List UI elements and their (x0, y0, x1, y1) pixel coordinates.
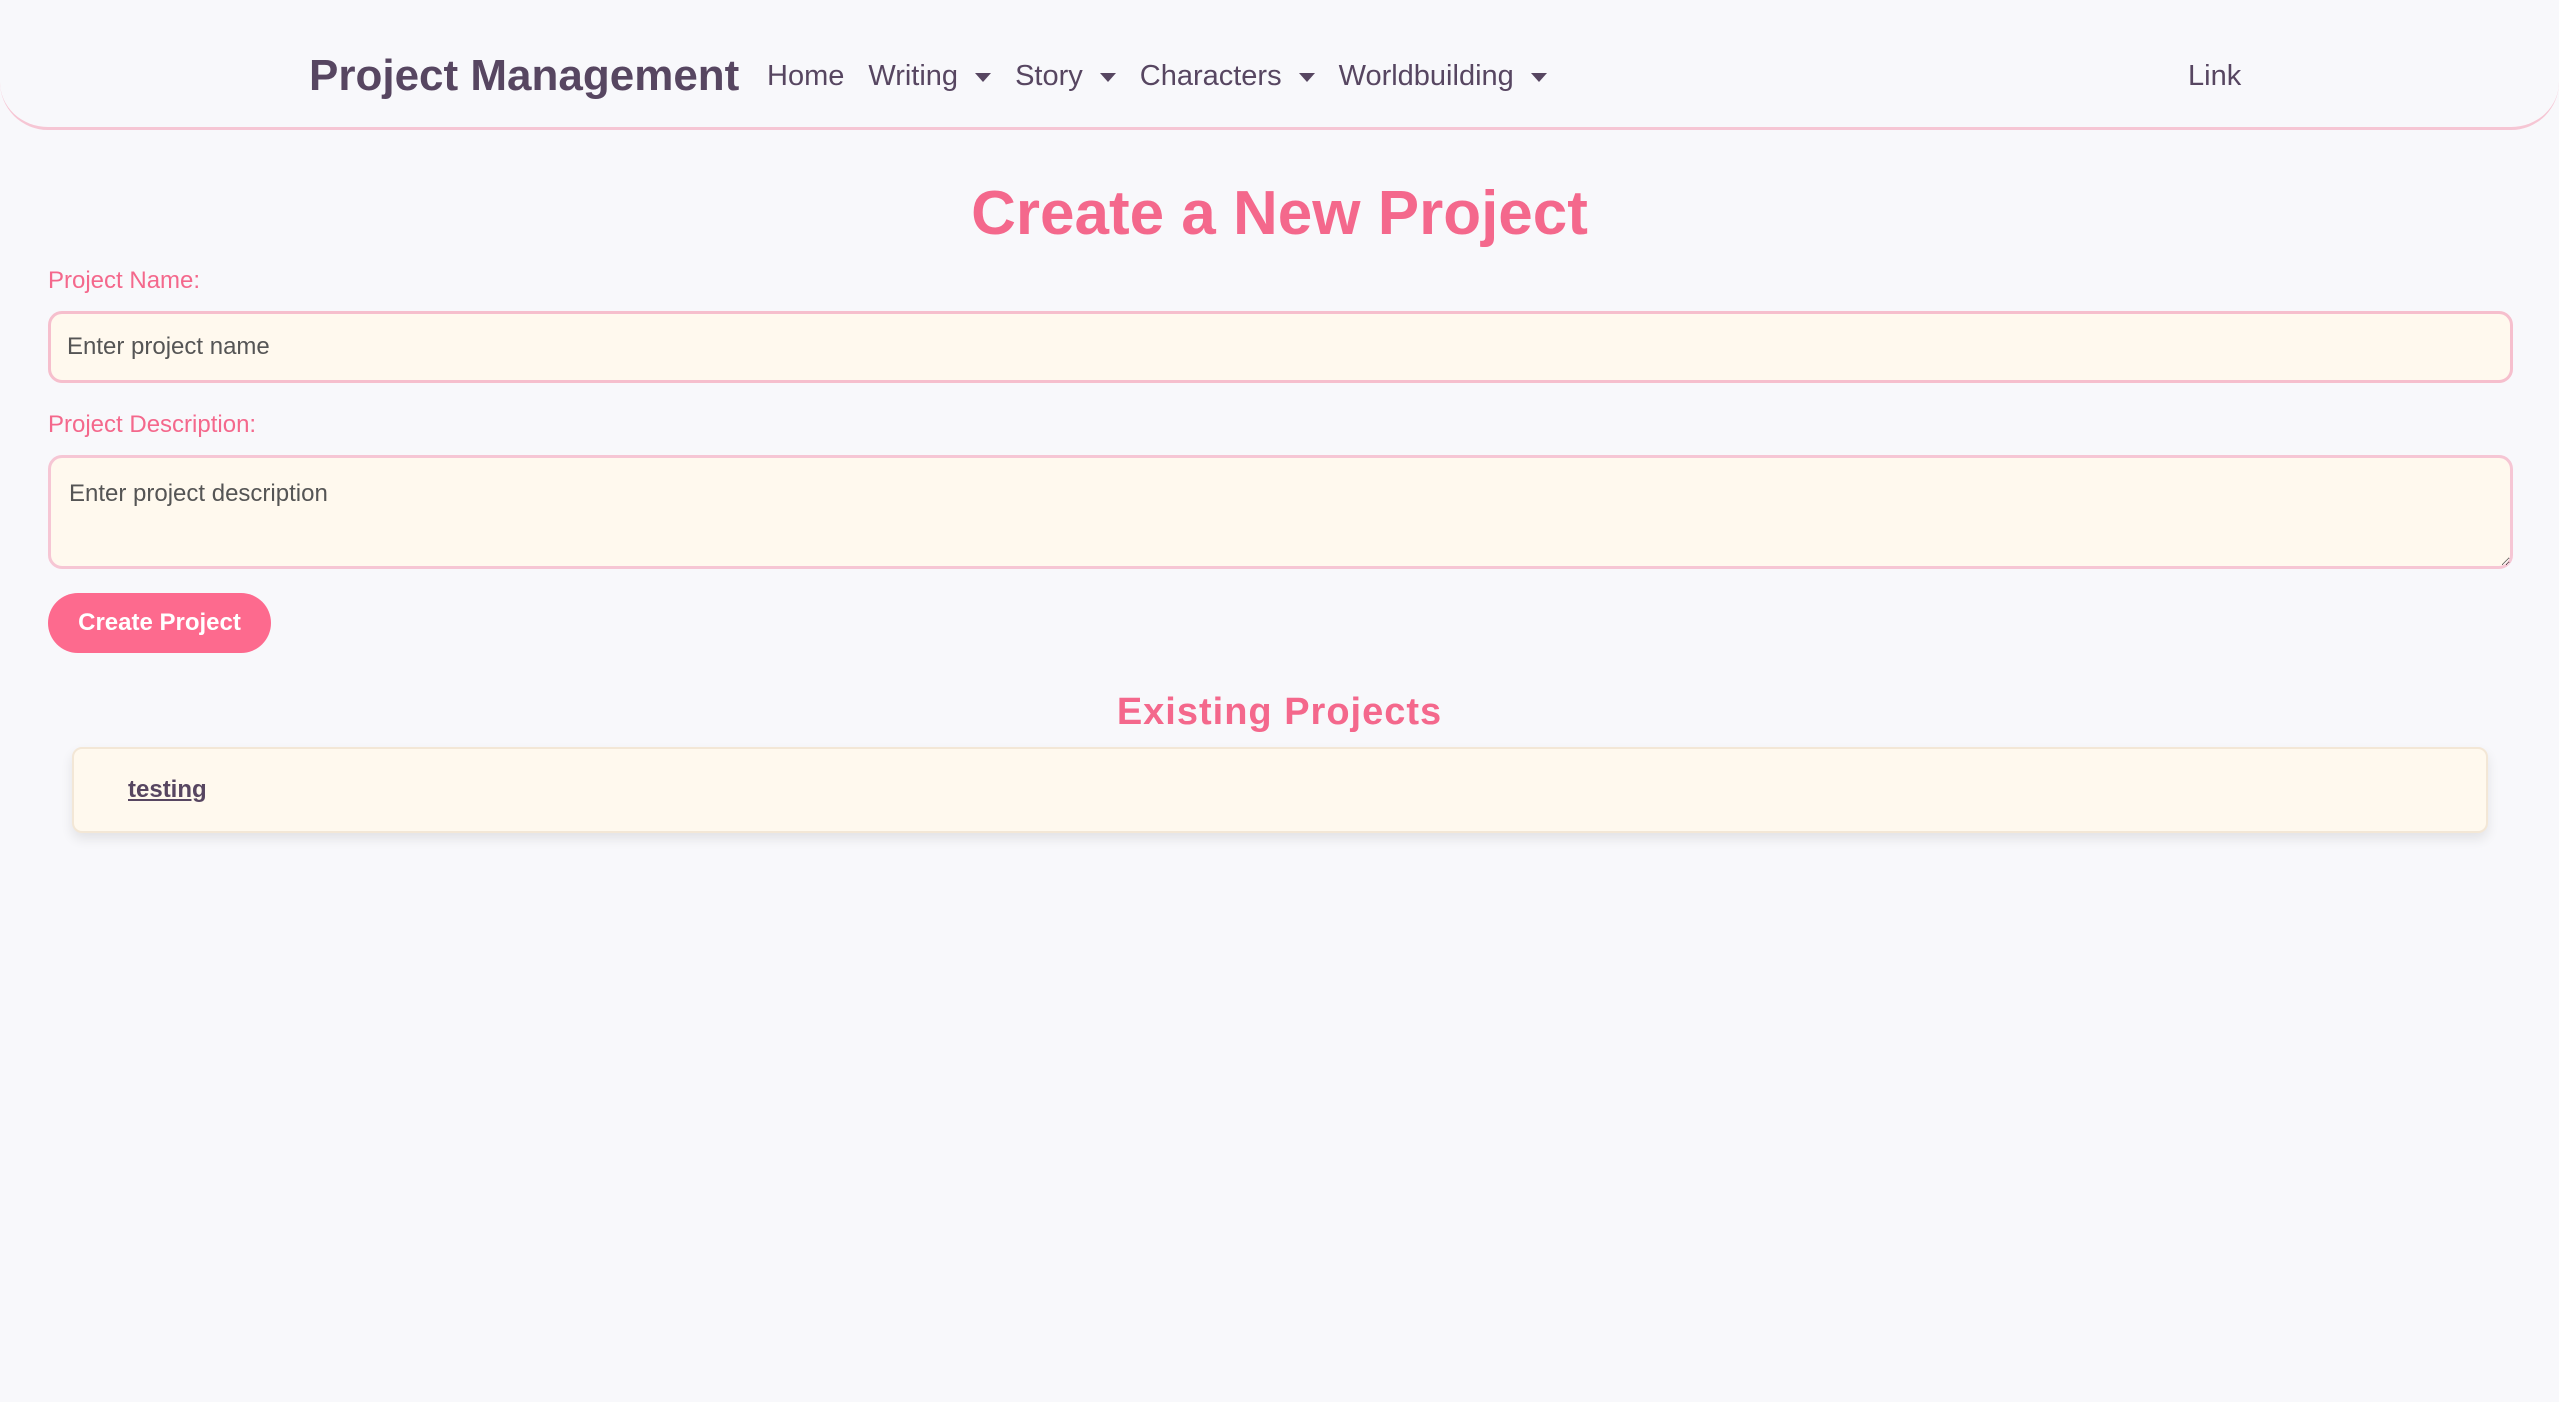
list-item: testing (72, 747, 2488, 833)
project-description-input[interactable] (48, 455, 2513, 569)
nav-item-label: Writing (868, 59, 959, 92)
project-name-input[interactable] (48, 311, 2513, 383)
project-list: testing (72, 747, 2488, 833)
caret-down-icon (1530, 72, 1547, 82)
caret-down-icon (1298, 72, 1315, 82)
nav-link[interactable]: Link (2188, 56, 2241, 96)
nav-item-label: Worldbuilding (1338, 59, 1514, 92)
nav-item-label: Home (767, 59, 845, 92)
project-link[interactable]: testing (128, 776, 207, 804)
nav-item-label: Story (1015, 59, 1083, 92)
nav-item-home[interactable]: Home (767, 60, 844, 93)
nav-item-story[interactable]: Story (1015, 60, 1116, 93)
nav-items: Home Writing Story Characters Worldbuild… (767, 52, 1571, 100)
brand-title[interactable]: Project Management (309, 48, 739, 104)
project-description-label: Project Description: (48, 411, 257, 438)
navbar: Project Management Home Writing Story Ch… (0, 0, 2559, 130)
create-project-button[interactable]: Create Project (48, 593, 271, 653)
nav-item-worldbuilding[interactable]: Worldbuilding (1339, 60, 1547, 93)
project-name-label: Project Name: (48, 267, 201, 294)
caret-down-icon (975, 72, 992, 82)
nav-item-writing[interactable]: Writing (868, 59, 992, 93)
page-title: Create a New Project (971, 179, 1588, 248)
nav-item-characters[interactable]: Characters (1140, 60, 1315, 93)
caret-down-icon (1099, 72, 1116, 82)
existing-projects-title: Existing Projects (1116, 691, 1443, 733)
nav-item-label: Characters (1139, 59, 1282, 92)
